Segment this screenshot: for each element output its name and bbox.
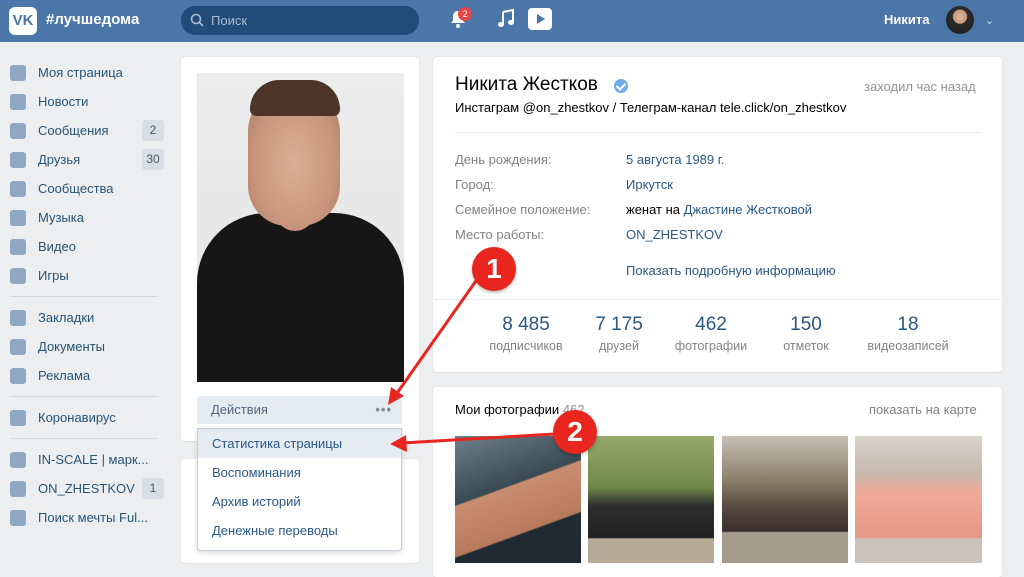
annotation-marker-1: 1: [472, 247, 516, 291]
annotation-marker-2: 2: [553, 410, 597, 454]
